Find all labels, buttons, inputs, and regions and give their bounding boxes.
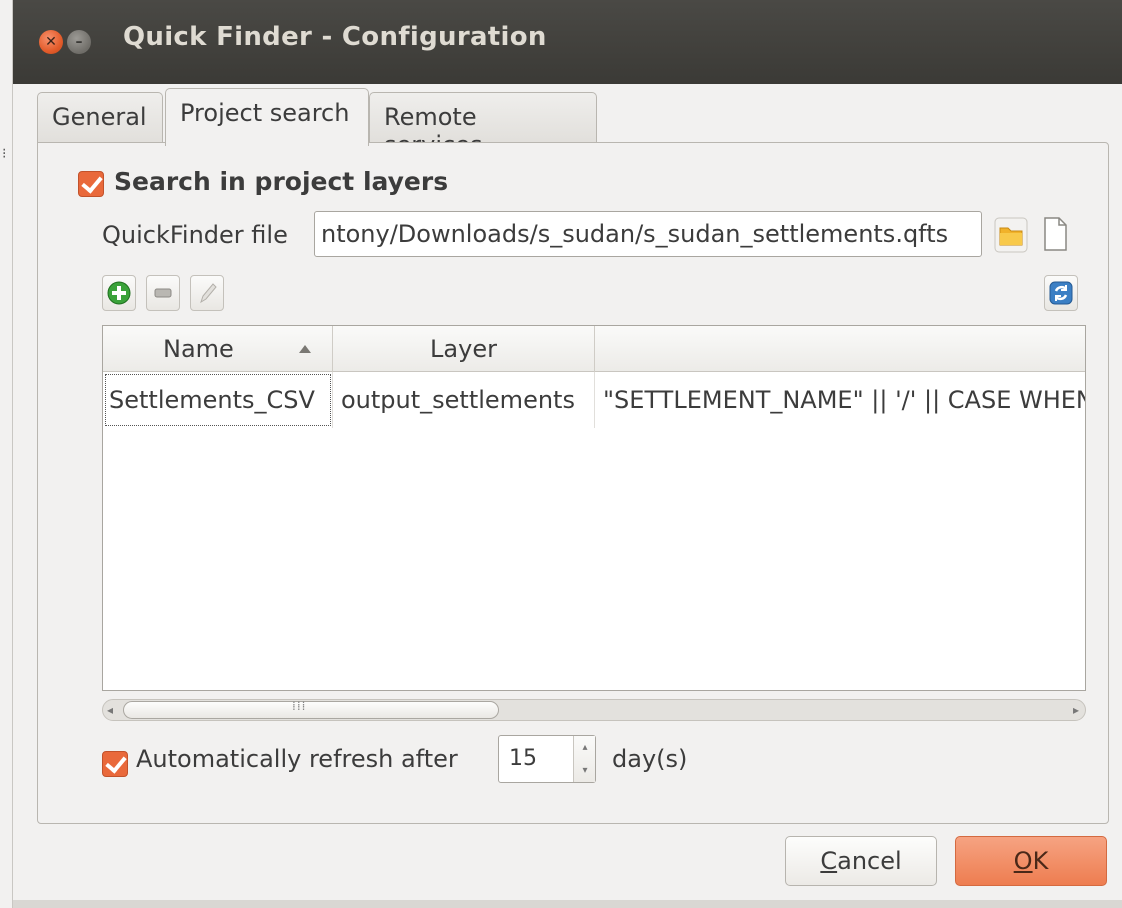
edit-search-button[interactable] xyxy=(190,275,224,311)
minimize-icon: – xyxy=(75,34,83,50)
search-in-project-layers-checkbox[interactable] xyxy=(78,171,104,197)
new-file-icon[interactable] xyxy=(1038,215,1072,251)
refresh-unit-label: day(s) xyxy=(612,745,688,773)
refresh-interval-value[interactable]: 15 xyxy=(509,736,537,782)
sort-ascending-icon xyxy=(299,345,311,353)
table-row[interactable]: Settlements_CSV output_settlements "SETT… xyxy=(103,372,1085,428)
cancel-button[interactable]: Cancel xyxy=(785,836,937,886)
column-header-name[interactable]: Name xyxy=(103,326,333,372)
plus-icon xyxy=(107,281,131,305)
auto-refresh-label[interactable]: Automatically refresh after xyxy=(136,745,458,773)
close-icon: ✕ xyxy=(45,34,57,50)
quickfinder-file-label: QuickFinder file xyxy=(102,221,288,249)
tab-general[interactable]: General xyxy=(37,92,163,144)
scrollbar-thumb[interactable]: ⁞⁞⁞ xyxy=(123,699,499,719)
column-header-name-label: Name xyxy=(163,335,234,363)
column-header-layer[interactable]: Layer xyxy=(333,326,595,372)
remove-search-button[interactable] xyxy=(146,275,180,311)
screen: ⁝ ✕ – Quick Finder - Configuration Gener… xyxy=(0,0,1122,908)
project-search-panel: Search in project layers QuickFinder fil… xyxy=(37,142,1109,824)
column-header-expression[interactable] xyxy=(595,326,1085,372)
ok-mnemonic: O xyxy=(1013,847,1033,875)
pencil-icon xyxy=(200,283,217,304)
minus-icon xyxy=(154,288,172,298)
search-in-project-layers-label[interactable]: Search in project layers xyxy=(114,167,448,196)
minimize-window-button[interactable]: – xyxy=(67,30,91,54)
grip-icon: ⁞⁞⁞ xyxy=(292,699,307,713)
table-header: Name Layer xyxy=(103,326,1085,372)
ok-label-rest: K xyxy=(1032,847,1049,875)
folder-icon xyxy=(994,217,1028,253)
window-bottom-edge xyxy=(13,900,1122,908)
searches-table[interactable]: Name Layer Settlements_CSV output_settle… xyxy=(102,325,1086,691)
cell-name[interactable]: Settlements_CSV xyxy=(103,372,333,428)
title-bar[interactable]: ✕ – Quick Finder - Configuration xyxy=(13,0,1122,84)
tab-remote-services[interactable]: Remote services xyxy=(369,92,597,159)
refresh-button[interactable] xyxy=(1044,275,1078,311)
browse-folder-icon[interactable] xyxy=(994,217,1028,253)
quickfinder-file-input[interactable]: ntony/Downloads/s_sudan/s_sudan_settleme… xyxy=(314,211,982,257)
spin-down-icon[interactable]: ▾ xyxy=(574,759,596,782)
close-window-button[interactable]: ✕ xyxy=(39,30,63,54)
window-title: Quick Finder - Configuration xyxy=(123,22,547,52)
scroll-right-icon[interactable]: ▸ xyxy=(1073,702,1079,718)
edge-mark: ⁝ xyxy=(2,146,7,162)
cell-expression[interactable]: "SETTLEMENT_NAME" || '/' || CASE WHEN xyxy=(595,372,1085,428)
add-search-button[interactable] xyxy=(102,275,136,311)
auto-refresh-checkbox[interactable] xyxy=(102,751,128,777)
refresh-icon xyxy=(1049,281,1073,305)
spin-up-icon[interactable]: ▴ xyxy=(574,736,596,759)
config-dialog: ✕ – Quick Finder - Configuration General… xyxy=(12,0,1122,908)
tab-project-search[interactable]: Project search xyxy=(165,88,369,146)
refresh-interval-spinbox[interactable]: 15 ▴ ▾ xyxy=(498,735,596,783)
cancel-label-rest: ancel xyxy=(837,847,902,875)
scroll-left-icon[interactable]: ◂ xyxy=(107,702,113,718)
spinbox-buttons: ▴ ▾ xyxy=(573,736,595,782)
ok-button[interactable]: OK xyxy=(955,836,1107,886)
cancel-mnemonic: C xyxy=(820,847,838,875)
document-icon xyxy=(1044,217,1067,251)
horizontal-scrollbar[interactable]: ◂ ⁞⁞⁞ ▸ xyxy=(102,699,1086,721)
cell-layer[interactable]: output_settlements xyxy=(333,372,595,428)
